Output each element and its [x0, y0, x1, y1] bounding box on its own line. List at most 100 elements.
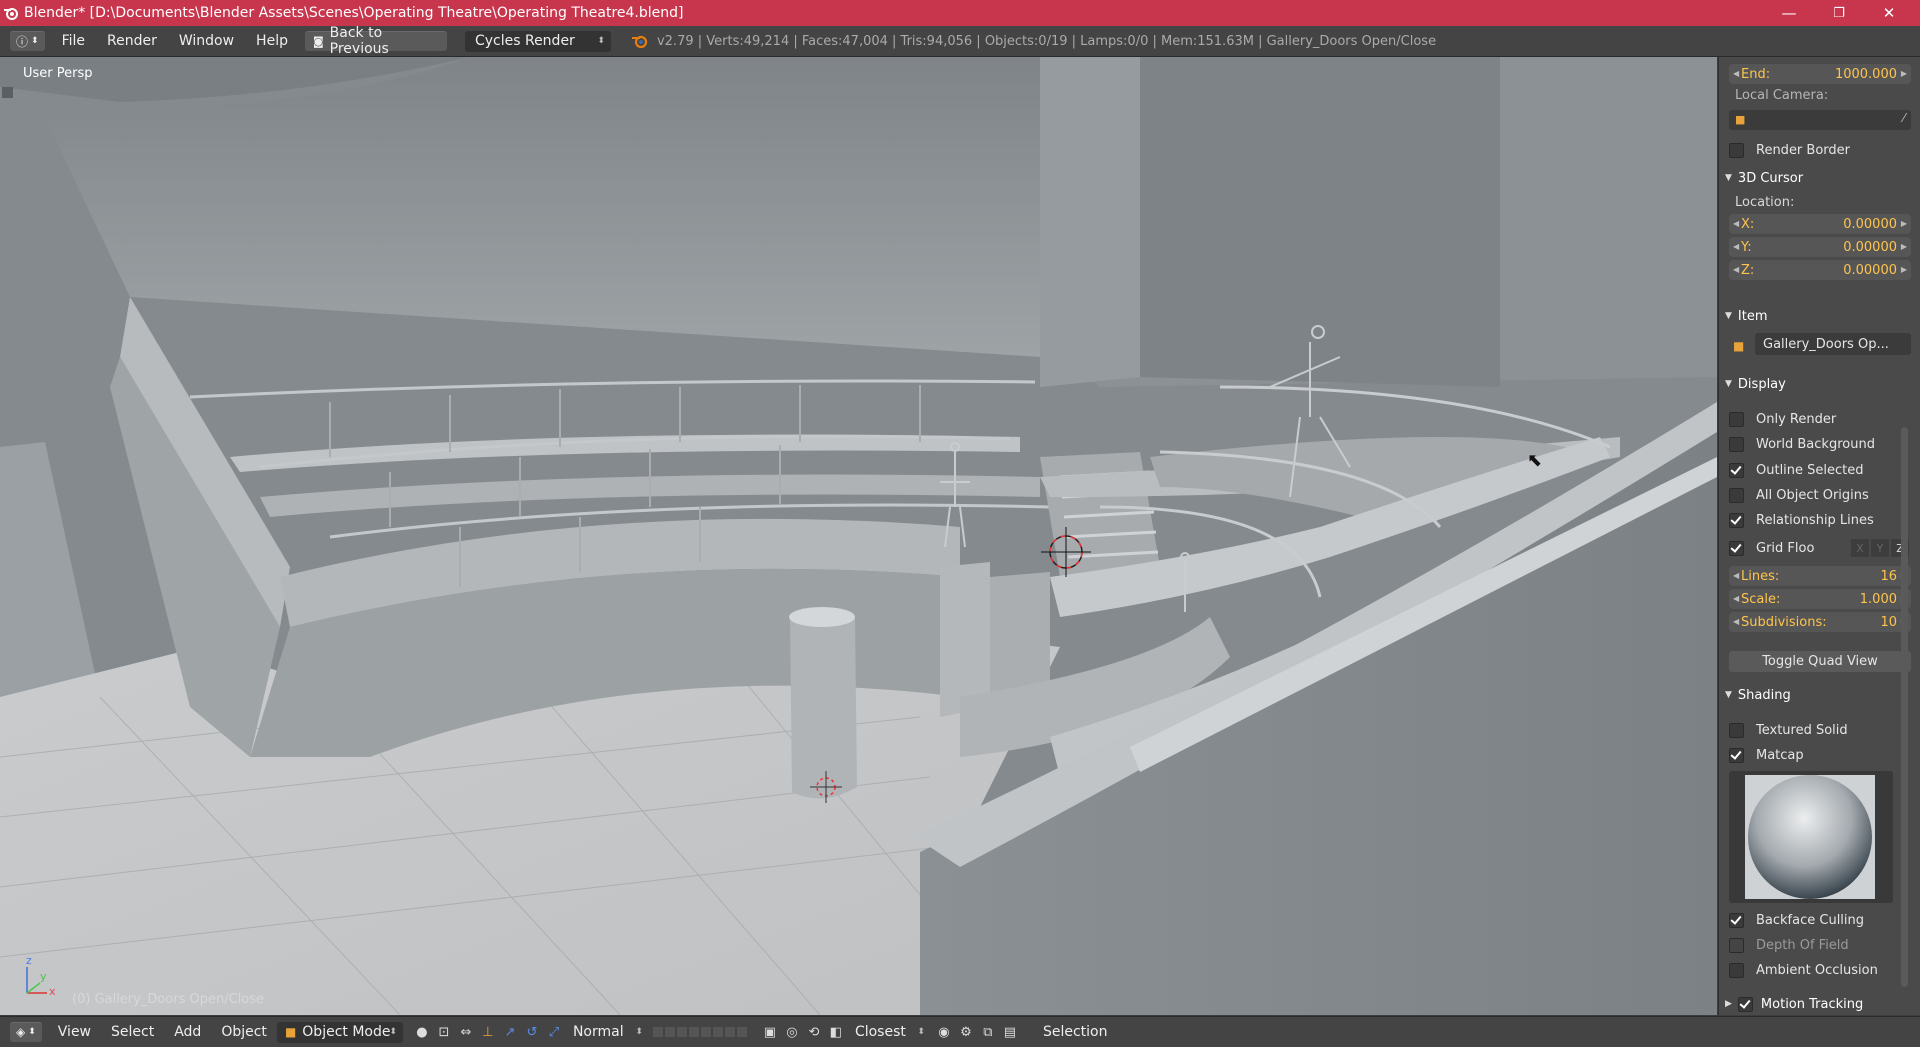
- grid-axis-x-toggle[interactable]: X: [1851, 539, 1869, 557]
- grid-lines-field[interactable]: ◀ Lines: 16 ▶: [1729, 566, 1911, 586]
- backface-culling-checkbox[interactable]: [1729, 912, 1744, 928]
- depth-of-field-toggle[interactable]: Depth Of Field: [1729, 934, 1909, 956]
- translate-icon[interactable]: ↗: [499, 1022, 521, 1042]
- cursor-y-field[interactable]: ◀ Y: 0.00000 ▶: [1729, 237, 1911, 257]
- layer-2-button[interactable]: [664, 1027, 675, 1037]
- layer-6-button[interactable]: [712, 1027, 723, 1037]
- world-background-checkbox[interactable]: [1729, 436, 1744, 452]
- editor-type-button[interactable]: ◈ ⬍: [10, 1022, 42, 1042]
- all-object-origins-label: All Object Origins: [1756, 487, 1869, 503]
- viewport-shading-icon[interactable]: ●: [411, 1022, 433, 1042]
- maximize-button[interactable]: ❐: [1814, 0, 1864, 26]
- textured-solid-label: Textured Solid: [1756, 722, 1848, 738]
- orientation-dropdown[interactable]: Normal ⬍: [565, 1022, 643, 1043]
- render-border-toggle[interactable]: Render Border: [1729, 139, 1909, 161]
- motion-tracking-panel-header[interactable]: ▶ Motion Tracking: [1725, 993, 1911, 1015]
- decrement-icon: ◀: [1733, 617, 1740, 626]
- shading-panel-header[interactable]: ▼ Shading: [1725, 684, 1911, 706]
- menu-render[interactable]: Render: [96, 33, 168, 49]
- layer-1-button[interactable]: [652, 1027, 663, 1037]
- outline-selected-toggle[interactable]: Outline Selected: [1729, 459, 1909, 481]
- layer-3-button[interactable]: [676, 1027, 687, 1037]
- depth-of-field-checkbox[interactable]: [1729, 937, 1744, 953]
- only-render-checkbox[interactable]: [1729, 411, 1744, 427]
- layer-8-button[interactable]: [736, 1027, 747, 1037]
- grid-floor-toggle[interactable]: Grid Floo X Y Z: [1729, 537, 1909, 559]
- world-background-toggle[interactable]: World Background: [1729, 433, 1909, 455]
- editor-type-button[interactable]: ⓘ ⬍: [10, 31, 45, 51]
- layer-4-button[interactable]: [688, 1027, 699, 1037]
- render-animation-icon[interactable]: ⚙: [955, 1022, 977, 1042]
- snap-toggle-icon[interactable]: ⟲: [803, 1022, 825, 1042]
- manipulator-icon[interactable]: ⇔: [455, 1022, 477, 1042]
- item-name-field[interactable]: Gallery_Doors Op...: [1755, 333, 1911, 355]
- motion-tracking-checkbox[interactable]: [1737, 996, 1753, 1012]
- layer-buttons[interactable]: [652, 1027, 747, 1037]
- grid-subdivisions-value: 10: [1880, 614, 1897, 630]
- relationship-lines-checkbox[interactable]: [1729, 512, 1744, 528]
- display-panel-header[interactable]: ▼ Display: [1725, 373, 1911, 395]
- mouse-cursor-icon: ⬉: [1527, 450, 1543, 471]
- layer-7-button[interactable]: [724, 1027, 735, 1037]
- local-camera-label: Local Camera:: [1735, 88, 1829, 103]
- grid-scale-field[interactable]: ◀ Scale: 1.000 ▶: [1729, 589, 1911, 609]
- 3d-viewport[interactable]: User Persp (0) Gallery_Doors Open/Close …: [0, 57, 1717, 1015]
- blender-logo-icon: [631, 35, 648, 49]
- grid-floor-checkbox[interactable]: [1729, 540, 1744, 556]
- toggle-quad-view-button[interactable]: Toggle Quad View: [1729, 651, 1911, 672]
- menu-select[interactable]: Select: [101, 1024, 164, 1040]
- eyedropper-icon[interactable]: ⁄: [1903, 111, 1905, 125]
- properties-sidebar[interactable]: ◀ End: 1000.000 ▶ Local Camera: ■ ⁄ Rend…: [1718, 57, 1920, 1015]
- cursor-x-field[interactable]: ◀ X: 0.00000 ▶: [1729, 214, 1911, 234]
- menu-window[interactable]: Window: [168, 33, 245, 49]
- copy-icon[interactable]: ⧉: [977, 1022, 999, 1042]
- sidebar-scrollbar[interactable]: [1901, 427, 1908, 987]
- ambient-occlusion-checkbox[interactable]: [1729, 962, 1744, 978]
- render-border-checkbox[interactable]: [1729, 142, 1744, 158]
- layer-5-button[interactable]: [700, 1027, 711, 1037]
- back-to-previous-button[interactable]: ◙ Back to Previous: [304, 25, 447, 57]
- opengl-render-icon[interactable]: ◉: [933, 1022, 955, 1042]
- relationship-lines-toggle[interactable]: Relationship Lines: [1729, 509, 1909, 531]
- only-render-toggle[interactable]: Only Render: [1729, 408, 1909, 430]
- backface-culling-toggle[interactable]: Backface Culling: [1729, 909, 1909, 931]
- decrement-icon: ◀: [1733, 69, 1740, 78]
- scale-icon[interactable]: ⤢: [543, 1022, 565, 1042]
- cursor-z-field[interactable]: ◀ Z: 0.00000 ▶: [1729, 260, 1911, 280]
- local-camera-field[interactable]: ■ ⁄: [1729, 110, 1911, 130]
- end-frame-field[interactable]: ◀ End: 1000.000 ▶: [1729, 64, 1911, 84]
- menu-add[interactable]: Add: [164, 1024, 211, 1040]
- menu-file[interactable]: File: [51, 33, 96, 49]
- window-titlebar: Blender* [D:\Documents\Blender Assets\Sc…: [0, 0, 1920, 26]
- transform-manipulator-icon[interactable]: ⊥: [477, 1022, 499, 1042]
- textured-solid-checkbox[interactable]: [1729, 722, 1744, 738]
- grid-subdivisions-field[interactable]: ◀ Subdivisions: 10 ▶: [1729, 612, 1911, 632]
- minimize-button[interactable]: —: [1764, 0, 1814, 26]
- paste-icon[interactable]: ▤: [999, 1022, 1021, 1042]
- cursor-y-value: 0.00000: [1843, 239, 1897, 255]
- rotate-icon[interactable]: ↺: [521, 1022, 543, 1042]
- matcap-preview[interactable]: [1729, 771, 1893, 903]
- close-button[interactable]: ✕: [1864, 0, 1914, 26]
- outline-selected-checkbox[interactable]: [1729, 462, 1744, 478]
- menu-object[interactable]: Object: [211, 1024, 277, 1040]
- object-mode-icon: ■: [284, 1025, 297, 1039]
- 3d-cursor-panel-header[interactable]: ▼ 3D Cursor: [1725, 167, 1911, 189]
- ambient-occlusion-toggle[interactable]: Ambient Occlusion: [1729, 959, 1909, 981]
- menu-help[interactable]: Help: [245, 33, 299, 49]
- pivot-point-icon[interactable]: ⊡: [433, 1022, 455, 1042]
- textured-solid-toggle[interactable]: Textured Solid: [1729, 719, 1909, 741]
- snap-target-dropdown[interactable]: Closest ⬍: [847, 1022, 925, 1043]
- all-object-origins-checkbox[interactable]: [1729, 487, 1744, 503]
- item-panel-header[interactable]: ▼ Item: [1725, 305, 1911, 327]
- grid-axis-y-toggle[interactable]: Y: [1871, 539, 1889, 557]
- all-object-origins-toggle[interactable]: All Object Origins: [1729, 484, 1909, 506]
- render-engine-dropdown[interactable]: Cycles Render ⬍: [464, 30, 611, 52]
- lock-layers-icon[interactable]: ▣: [759, 1022, 781, 1042]
- snap-element-icon[interactable]: ◧: [825, 1022, 847, 1042]
- mode-dropdown[interactable]: ■ Object Mode ⬍: [276, 1021, 403, 1043]
- matcap-checkbox[interactable]: [1729, 747, 1744, 763]
- menu-view[interactable]: View: [48, 1024, 101, 1040]
- matcap-toggle[interactable]: Matcap: [1729, 744, 1909, 766]
- proportional-edit-icon[interactable]: ◎: [781, 1022, 803, 1042]
